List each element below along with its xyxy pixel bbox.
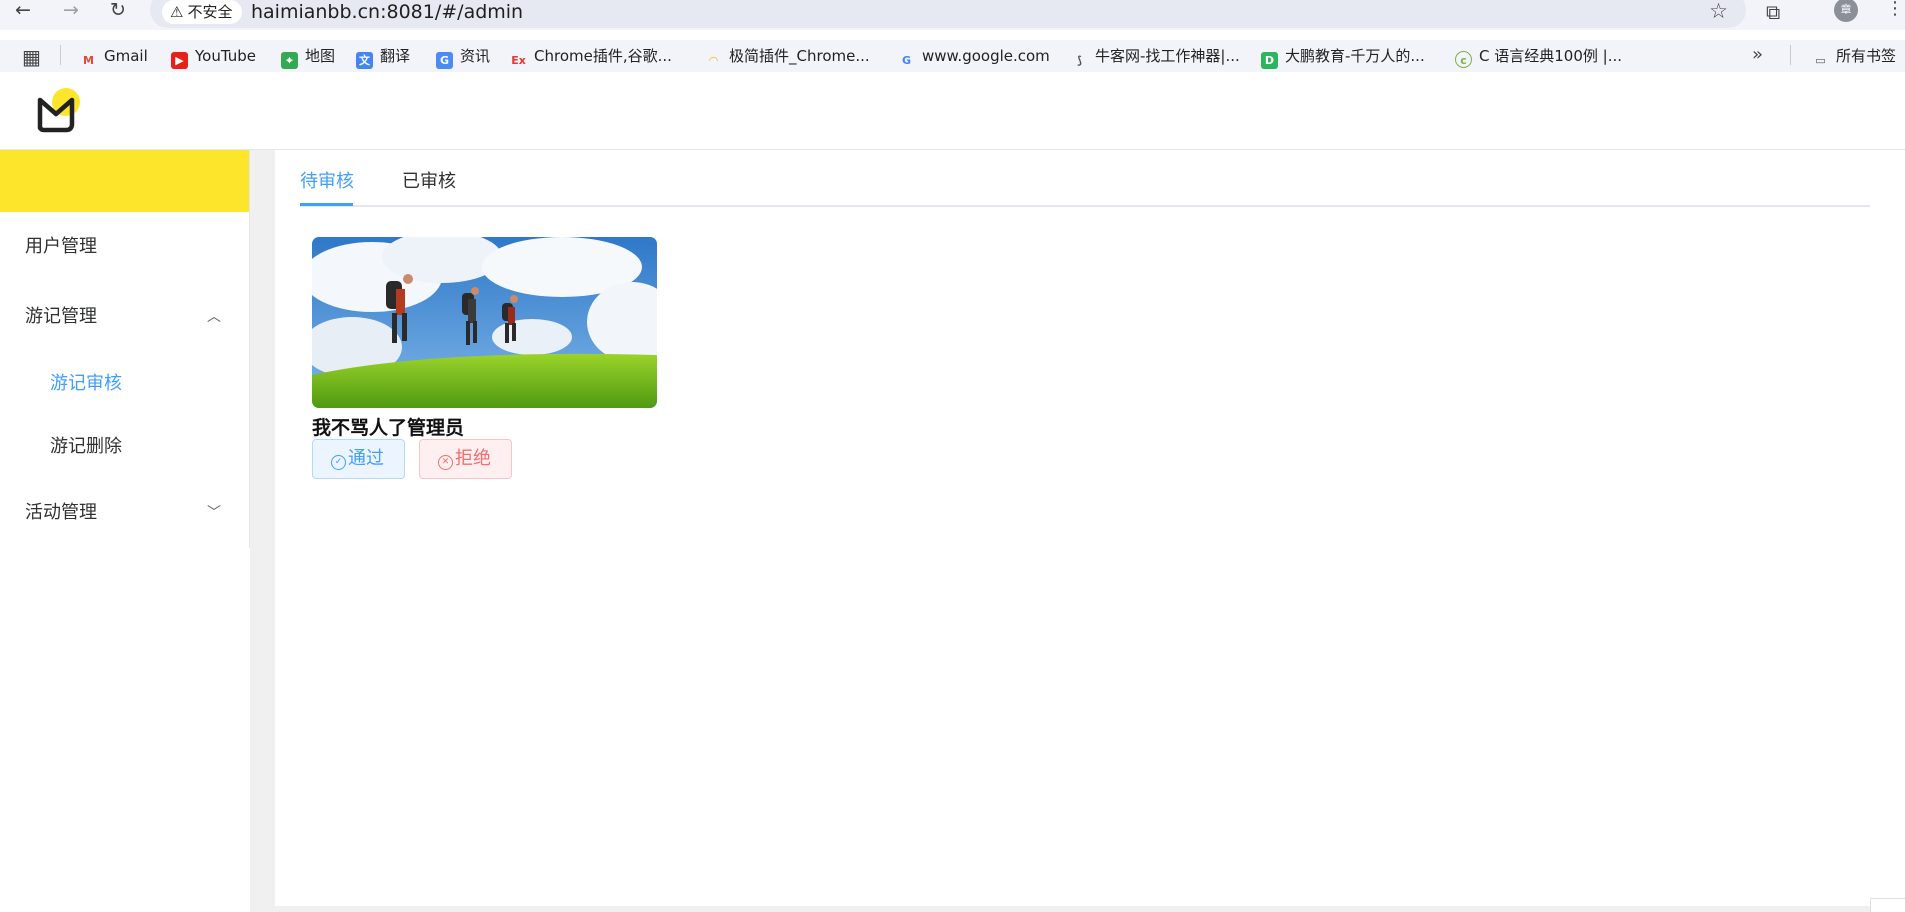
- address-bar[interactable]: ⚠ 不安全 haimianbb.cn:8081/#/admin ☆: [150, 0, 1746, 28]
- folder-icon: ▭: [1815, 54, 1826, 67]
- extensions-icon[interactable]: ⧉: [1766, 0, 1780, 24]
- security-chip[interactable]: ⚠ 不安全: [162, 0, 243, 24]
- bookmark-gmail[interactable]: M Gmail: [80, 44, 148, 68]
- sidebar-blank: [0, 548, 250, 912]
- chevron-down-icon: ﹀: [207, 505, 221, 521]
- warning-icon: ⚠: [170, 3, 184, 21]
- forward-arrow-icon[interactable]: →: [56, 0, 86, 22]
- bookmarks-bar: ▦ M Gmail ▶ YouTube ⌖ 地图 文翻译 G 资讯 Ex Chrome插件…: [0, 40, 1905, 72]
- profile-avatar[interactable]: 章: [1834, 0, 1858, 22]
- translate-icon: 文: [356, 52, 373, 69]
- bookmark-translate[interactable]: 文翻译: [356, 44, 410, 69]
- security-label: 不安全: [187, 3, 233, 21]
- reload-icon[interactable]: ↻: [103, 0, 133, 22]
- sidebar-item-note-delete[interactable]: 游记删除: [0, 415, 249, 478]
- bookmark-minimal-ext[interactable]: ◠ 极简插件_Chrome...: [705, 44, 869, 68]
- sidebar-item-activity-management[interactable]: 活动管理 ﹀: [0, 478, 249, 548]
- nowcoder-icon: ⟆: [1076, 54, 1083, 67]
- divider: [1790, 45, 1791, 65]
- more-bookmarks-icon[interactable]: »: [1752, 44, 1763, 65]
- tab-pending[interactable]: 待审核: [300, 170, 354, 194]
- travel-note-image[interactable]: [312, 237, 657, 408]
- note-author: 我不骂人了管理员: [312, 417, 465, 439]
- bookmark-youtube[interactable]: ▶ YouTube: [171, 44, 256, 69]
- gmail-icon: M: [83, 54, 94, 67]
- logo-icon[interactable]: [34, 86, 84, 136]
- approve-button[interactable]: ✓ 通过: [312, 439, 405, 479]
- close-circle-icon: ✕: [438, 455, 453, 470]
- layout-gutter: [250, 150, 275, 912]
- bookmark-dapeng[interactable]: D 大鹏教育-千万人的...: [1261, 44, 1425, 69]
- sidebar: 用户管理 游记管理 ︿ 游记审核 游记删除 活动管理 ﹀: [0, 150, 250, 548]
- corner-widget: [1870, 898, 1905, 912]
- travel-note-card: 我不骂人了管理员 ✓ 通过 ✕ 拒绝: [312, 237, 657, 479]
- app-header: [0, 80, 1905, 150]
- ex-icon: Ex: [511, 54, 526, 67]
- bookmark-star-icon[interactable]: ☆: [1709, 0, 1728, 23]
- back-arrow-icon[interactable]: ←: [8, 0, 38, 22]
- bookmark-nowcoder[interactable]: ⟆ 牛客网-找工作神器|...: [1071, 44, 1240, 68]
- sidebar-item-user-management[interactable]: 用户管理: [0, 212, 249, 282]
- check-circle-icon: ✓: [331, 455, 346, 470]
- bookmark-chrome-ext[interactable]: Ex Chrome插件,谷歌...: [510, 44, 672, 68]
- news-icon: G: [436, 52, 453, 69]
- bookmark-google[interactable]: Gwww.google.com: [898, 44, 1050, 68]
- youtube-icon: ▶: [171, 52, 188, 69]
- runoob-icon: c: [1455, 51, 1472, 68]
- main-content: 待审核 已审核 我不骂人了管理员 ✓ 通过 ✕ 拒绝: [275, 150, 1905, 906]
- bookmark-c-examples[interactable]: cC 语言经典100例 |...: [1455, 44, 1622, 68]
- tab-reviewed[interactable]: 已审核: [402, 170, 456, 194]
- dapeng-icon: D: [1261, 52, 1278, 69]
- layout-gutter-bottom: [275, 906, 1905, 912]
- active-tab-indicator: [300, 203, 353, 206]
- sidebar-item-note-review[interactable]: 游记审核: [0, 352, 249, 415]
- url-text[interactable]: haimianbb.cn:8081/#/admin: [251, 0, 523, 24]
- bookmark-news[interactable]: G 资讯: [436, 44, 490, 69]
- reject-button[interactable]: ✕ 拒绝: [419, 439, 512, 479]
- google-icon: G: [901, 54, 912, 67]
- bookmark-maps[interactable]: ⌖ 地图: [281, 44, 335, 69]
- browser-toolbar: ← → ↻ ⚠ 不安全 haimianbb.cn:8081/#/admin ☆ ⧉…: [0, 0, 1905, 30]
- apps-grid-icon[interactable]: ▦: [22, 45, 41, 69]
- menu-kebab-icon[interactable]: ⋮: [1886, 0, 1904, 19]
- review-tabs: 待审核 已审核: [300, 150, 1870, 207]
- sidebar-item-travel-notes[interactable]: 游记管理 ︿: [0, 282, 249, 352]
- rainbow-icon: ◠: [709, 54, 718, 67]
- sidebar-header: [0, 150, 249, 212]
- maps-icon: ⌖: [281, 52, 298, 69]
- all-bookmarks[interactable]: ▭ 所有书签: [1812, 44, 1896, 68]
- chevron-up-icon: ︿: [207, 309, 221, 325]
- divider: [60, 45, 61, 65]
